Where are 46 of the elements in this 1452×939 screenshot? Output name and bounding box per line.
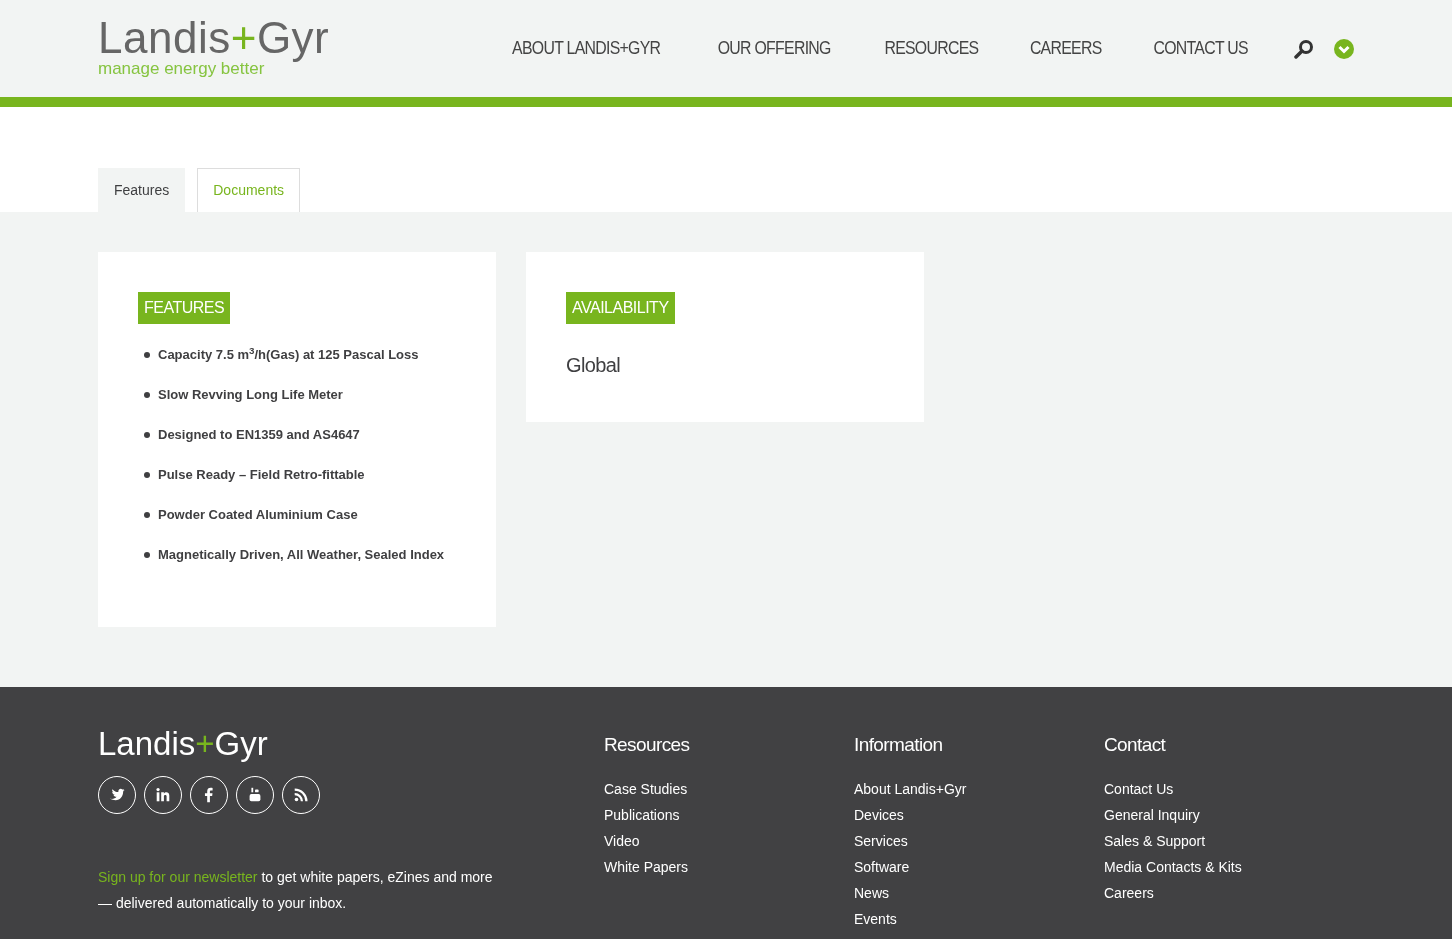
feature-item: Powder Coated Aluminium Case [158,506,358,524]
footer-link[interactable]: Publications [604,801,680,828]
bullet-icon [144,552,150,558]
availability-text: Global [566,353,622,378]
feature-item: Magnetically Driven, All Weather, Sealed Index [158,546,445,564]
footer-link[interactable]: Sales & Support [1104,827,1206,854]
tab[interactable]: Features [98,168,186,212]
footer-link[interactable]: Video [604,827,640,854]
newsletter-text: Sign up for our newsletter to get white papers, eZines and more — delivered automatically to your inbox. [98,868,494,913]
footer-link[interactable]: White Papers [604,853,689,880]
column-title: Contact [1104,733,1167,757]
footer-link[interactable]: Services [854,827,908,854]
footer-logo[interactable]: Landis+Gyr [98,727,604,760]
bullet-icon [144,352,150,358]
feature-item: Designed to EN1359 and AS4647 [158,426,360,444]
column-title: Resources [604,733,691,757]
linkedin-icon [154,786,172,804]
nav-link[interactable]: CAREERS [1030,35,1102,62]
footer-link[interactable]: Contact Us [1104,775,1174,802]
nav-link[interactable]: ABOUT LANDIS+GYR [511,35,660,62]
bullet-icon [144,432,150,438]
nav-link[interactable]: OUR OFFERING [717,35,831,62]
footer-link[interactable]: Case Studies [604,775,688,802]
footer-link[interactable]: Careers [1104,879,1154,906]
footer-link[interactable]: Events [854,905,897,932]
section-heading: FEATURES [138,292,231,324]
bullet-icon [144,392,150,398]
footer-link[interactable]: General Inquiry [1104,801,1200,828]
feature-item: Capacity 7.5 m$^{3}$/h(Gas) at 125 Pascal Loss [158,344,419,364]
search-icon[interactable] [1294,38,1314,59]
footer-link[interactable]: Devices [854,801,904,828]
feature-item: Pulse Ready – Field Retro-fittable [158,466,365,484]
footer-link[interactable]: Media Contacts & Kits [1104,853,1242,880]
rss-icon [292,786,310,804]
feature-item: Slow Revving Long Life Meter [158,386,343,404]
footer-link[interactable]: About Landis+Gyr [854,775,967,802]
footer-link[interactable]: News [854,879,889,906]
footer-link[interactable]: Software [854,853,910,880]
bullet-icon [144,472,150,478]
bullet-icon [144,512,150,518]
column-title: Information [854,733,944,757]
nav-link[interactable]: CONTACT US [1153,35,1248,62]
newsletter-link[interactable]: Sign up for our newsletter [98,869,258,885]
nav-link[interactable]: RESOURCES [884,35,979,62]
section-heading: AVAILABILITY [566,292,675,324]
logo[interactable]: Landis+Gyr manage energy better [98,16,330,81]
